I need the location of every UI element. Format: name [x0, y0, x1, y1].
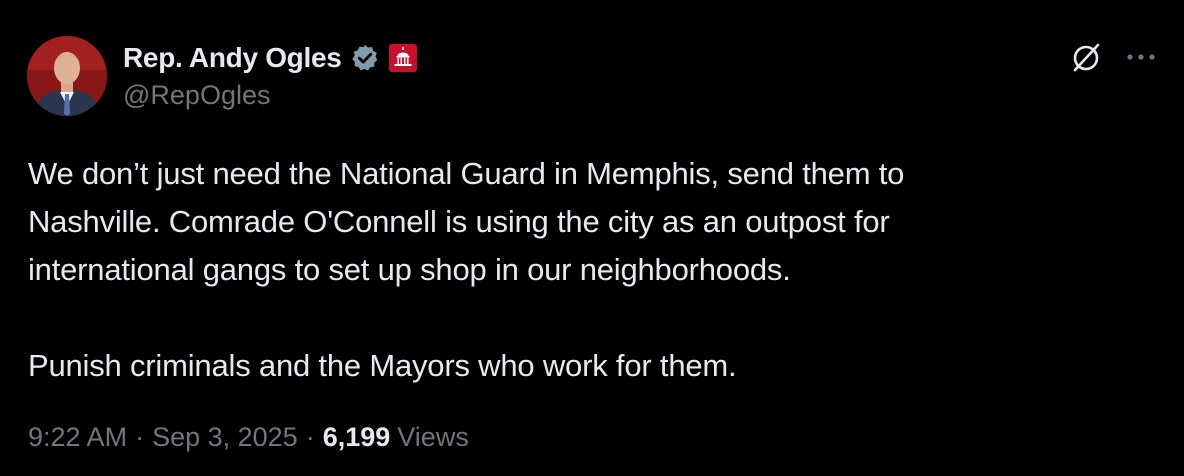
- tweet-text-line: Nashville. Comrade O'Connell is using th…: [28, 204, 890, 239]
- display-name[interactable]: Rep. Andy Ogles: [123, 42, 342, 74]
- avatar[interactable]: [27, 36, 107, 116]
- tweet-meta: 9:22 AM · Sep 3, 2025 · 6,199 Views: [28, 422, 469, 453]
- verified-badge-icon[interactable]: [350, 43, 380, 73]
- tweet-time[interactable]: 9:22 AM: [28, 422, 127, 453]
- grok-icon[interactable]: [1068, 40, 1104, 76]
- views-label: Views: [397, 422, 469, 452]
- author-name-row: Rep. Andy Ogles: [123, 38, 418, 78]
- tweet-text: We don’t just need the National Guard in…: [28, 150, 1148, 390]
- author-handle[interactable]: @RepOgles: [123, 80, 270, 111]
- tweet-text-line: Punish criminals and the Mayors who work…: [28, 348, 737, 383]
- tweet: Rep. Andy Ogles @RepOgles We don’t just …: [0, 0, 1184, 476]
- tweet-text-line: We don’t just need the National Guard in…: [28, 156, 905, 191]
- tweet-text-line: international gangs to set up shop in ou…: [28, 252, 791, 287]
- meta-separator: ·: [135, 422, 145, 452]
- capitol-affiliation-icon[interactable]: [388, 43, 418, 73]
- meta-separator: ·: [305, 422, 315, 452]
- more-icon[interactable]: [1124, 44, 1158, 70]
- views-count: 6,199: [322, 422, 391, 452]
- tweet-date[interactable]: Sep 3, 2025: [152, 422, 298, 453]
- avatar-image: [27, 36, 107, 116]
